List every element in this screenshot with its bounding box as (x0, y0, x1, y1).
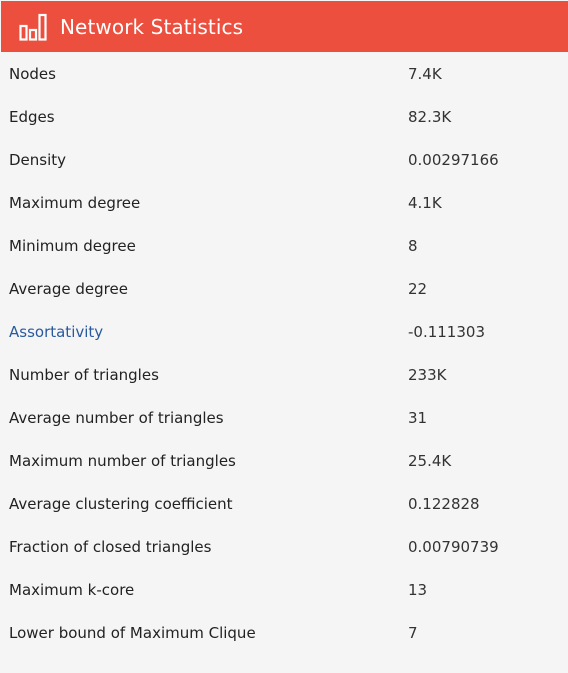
stat-row: Nodes 7.4K (0, 52, 568, 95)
stat-label: Number of triangles (9, 366, 159, 384)
stat-value: 7 (408, 624, 418, 642)
network-statistics-panel: Network Statistics Nodes 7.4K Edges 82.3K De… (0, 0, 568, 673)
stat-label: Maximum degree (9, 194, 141, 212)
panel-header: Network Statistics (1, 1, 568, 52)
stat-row: Average degree 22 (0, 267, 568, 310)
panel-title: Network Statistics (60, 14, 244, 39)
stat-value: 25.4K (408, 452, 452, 470)
stat-value: 13 (408, 581, 428, 599)
stat-row: Fraction of closed triangles 0.00790739 (0, 525, 568, 568)
stat-row: Minimum degree 8 (0, 224, 568, 267)
stat-label-link[interactable]: Assortativity (9, 323, 103, 341)
stat-value: 0.00790739 (408, 538, 499, 556)
stat-value: 31 (408, 409, 428, 427)
stat-value: 7.4K (408, 65, 442, 83)
stat-row: Average clustering coefficient 0.122828 (0, 482, 568, 525)
stat-label: Average number of triangles (9, 409, 224, 427)
stat-label: Maximum number of triangles (9, 452, 236, 470)
stat-value: 22 (408, 280, 428, 298)
stat-value: 8 (408, 237, 418, 255)
stat-label: Edges (9, 108, 55, 126)
bar-chart-icon (19, 13, 47, 41)
stat-label: Fraction of closed triangles (9, 538, 212, 556)
stat-value: 0.122828 (408, 495, 480, 513)
stats-list: Nodes 7.4K Edges 82.3K Density 0.00297166 Maxi… (0, 52, 568, 654)
stat-value: 233K (408, 366, 447, 384)
stat-row: Maximum degree 4.1K (0, 181, 568, 224)
stat-value: 0.00297166 (408, 151, 499, 169)
stat-label: Maximum k-core (9, 581, 135, 599)
stat-label: Average degree (9, 280, 128, 298)
stat-label: Average clustering coefficient (9, 495, 233, 513)
stat-row: Maximum k-core 13 (0, 568, 568, 611)
stat-row: Edges 82.3K (0, 95, 568, 138)
stat-row: Maximum number of triangles 25.4K (0, 439, 568, 482)
stat-value: -0.111303 (408, 323, 485, 341)
stat-row: Number of triangles 233K (0, 353, 568, 396)
stat-row: Assortativity -0.111303 (0, 310, 568, 353)
stat-row: Average number of triangles 31 (0, 396, 568, 439)
stat-row: Density 0.00297166 (0, 138, 568, 181)
stat-label: Density (9, 151, 67, 169)
stat-label: Minimum degree (9, 237, 136, 255)
stat-value: 82.3K (408, 108, 452, 126)
stat-row: Lower bound of Maximum Clique 7 (0, 611, 568, 654)
stat-value: 4.1K (408, 194, 442, 212)
stat-label: Nodes (9, 65, 56, 83)
stat-label: Lower bound of Maximum Clique (9, 624, 256, 642)
